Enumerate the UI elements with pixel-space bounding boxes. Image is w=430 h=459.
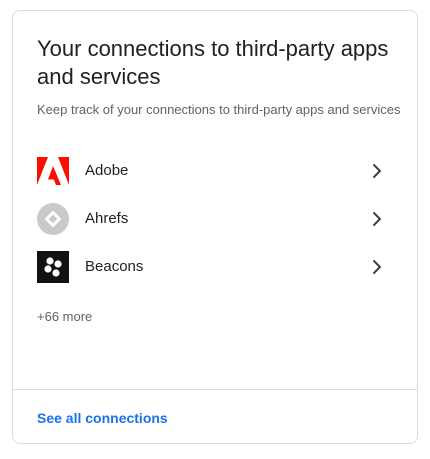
- app-name: Beacons: [85, 258, 144, 275]
- app-name: Ahrefs: [85, 210, 129, 227]
- chevron-right-icon: [367, 161, 387, 181]
- app-row-ahrefs[interactable]: Ahrefs: [13, 195, 417, 243]
- connected-app-list: Adobe Ahrefs Beacons: [13, 147, 417, 291]
- chevron-right-icon: [367, 209, 387, 229]
- more-connections-count: +66 more: [37, 309, 93, 324]
- card-subtitle: Keep track of your connections to third-…: [37, 102, 401, 117]
- app-row-adobe[interactable]: Adobe: [13, 147, 417, 195]
- see-all-connections-link[interactable]: See all connections: [37, 409, 168, 427]
- footer-divider: [13, 389, 417, 390]
- app-name: Adobe: [85, 162, 129, 179]
- card-title: Your connections to third-party apps and…: [37, 36, 389, 89]
- chevron-right-icon: [367, 257, 387, 277]
- app-row-beacons[interactable]: Beacons: [13, 243, 417, 291]
- third-party-connections-card: Your connections to third-party apps and…: [12, 10, 418, 444]
- beacons-logo-icon: [37, 251, 69, 283]
- adobe-logo-icon: [37, 155, 69, 187]
- ahrefs-logo-icon: [37, 203, 69, 235]
